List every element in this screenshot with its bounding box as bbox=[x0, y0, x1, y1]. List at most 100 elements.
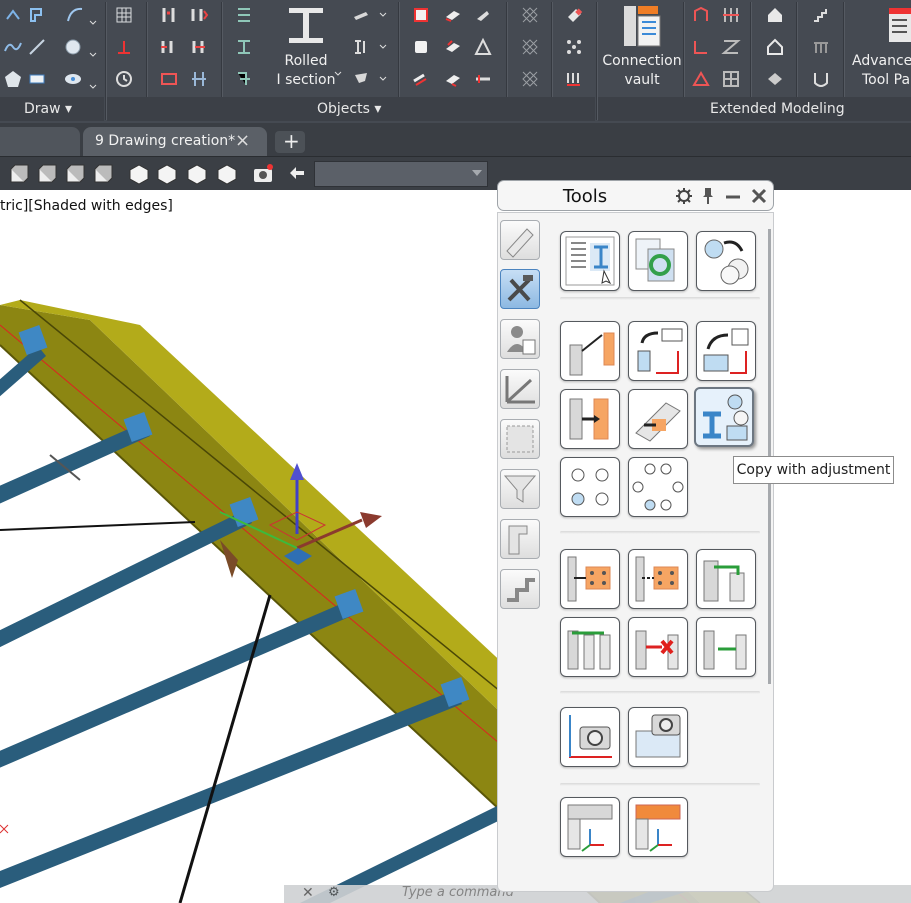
cage-icon[interactable] bbox=[810, 68, 832, 90]
tab-selection[interactable] bbox=[500, 419, 540, 459]
joint-grid-icon[interactable] bbox=[720, 68, 742, 90]
view-combo-box[interactable] bbox=[314, 161, 488, 187]
wrench-icon[interactable]: ⚙ bbox=[328, 885, 340, 900]
tab-previous[interactable] bbox=[0, 127, 80, 156]
tab-filter[interactable] bbox=[500, 469, 540, 509]
pin-icon[interactable] bbox=[701, 186, 715, 206]
tool-connection-add[interactable] bbox=[696, 549, 756, 609]
beam-move-icon[interactable] bbox=[188, 36, 210, 58]
minimize-icon[interactable] bbox=[724, 186, 742, 206]
tool-replace-circle[interactable] bbox=[696, 231, 756, 291]
column-icon[interactable] bbox=[158, 4, 180, 26]
grid-icon[interactable] bbox=[113, 4, 135, 26]
tab-9-drawing-creation[interactable]: 9 Drawing creation* × bbox=[83, 127, 267, 156]
joint-corner-icon[interactable] bbox=[690, 36, 712, 58]
rectangle-icon[interactable] bbox=[26, 68, 48, 90]
tool-bolt-pattern-circle[interactable] bbox=[628, 457, 688, 517]
cube-red-icon[interactable] bbox=[410, 4, 432, 26]
joint-table-icon[interactable] bbox=[720, 4, 742, 26]
flat-bar-icon[interactable] bbox=[350, 4, 372, 26]
line-icon[interactable] bbox=[26, 36, 48, 58]
close-icon[interactable]: × bbox=[235, 130, 250, 151]
iso-view-icon[interactable] bbox=[186, 163, 208, 185]
pattern-icon[interactable] bbox=[519, 4, 541, 26]
tool-bolt-pattern-rect[interactable] bbox=[560, 457, 620, 517]
palette-title-bar[interactable]: Tools bbox=[497, 180, 774, 211]
spline-icon[interactable] bbox=[2, 36, 24, 58]
angle-icon[interactable] bbox=[350, 68, 372, 90]
region-icon[interactable] bbox=[26, 4, 48, 26]
bolt-pattern-icon[interactable] bbox=[563, 36, 585, 58]
draw-panel-label[interactable]: Draw ▾ bbox=[24, 99, 72, 119]
notch-icon[interactable] bbox=[442, 36, 464, 58]
model-viewport[interactable]: tric][Shaded with edges] bbox=[0, 190, 911, 903]
objects-panel-label[interactable]: Objects ▾ bbox=[317, 99, 381, 119]
roof-icon[interactable] bbox=[764, 68, 786, 90]
chevron-down-icon[interactable] bbox=[334, 62, 342, 84]
tool-insert-beam[interactable] bbox=[628, 389, 688, 449]
joint-triangle-icon[interactable] bbox=[690, 68, 712, 90]
pattern-icon[interactable] bbox=[519, 36, 541, 58]
tool-move-cube[interactable] bbox=[696, 321, 756, 381]
extended-modeling-panel-label[interactable]: Extended Modeling bbox=[710, 99, 845, 119]
arc-icon[interactable] bbox=[64, 4, 86, 26]
chevron-down-icon[interactable] bbox=[378, 4, 388, 26]
advanced-tool-palette-button[interactable]: Advance Tool Pa bbox=[852, 52, 911, 90]
plate-icon[interactable] bbox=[233, 4, 255, 26]
joint-cross-icon[interactable] bbox=[720, 36, 742, 58]
new-tab-button[interactable]: + bbox=[275, 129, 305, 153]
tab-draw-tools[interactable] bbox=[500, 220, 540, 260]
view-cube-icon[interactable] bbox=[36, 163, 58, 185]
tool-copy-with-adjustment[interactable] bbox=[694, 387, 754, 447]
tab-properties[interactable] bbox=[500, 319, 540, 359]
house-icon[interactable] bbox=[764, 4, 786, 26]
polygon-icon[interactable] bbox=[2, 68, 24, 90]
stair-icon[interactable] bbox=[810, 4, 832, 26]
shorten-icon[interactable] bbox=[442, 4, 464, 26]
iso-view-icon[interactable] bbox=[156, 163, 178, 185]
tool-camera[interactable] bbox=[560, 707, 620, 767]
chevron-down-icon[interactable] bbox=[88, 44, 98, 66]
connection-vault-icon[interactable] bbox=[620, 4, 664, 50]
view-cube-icon[interactable] bbox=[92, 163, 114, 185]
ellipse-icon[interactable] bbox=[62, 68, 84, 90]
polyline-icon[interactable] bbox=[2, 4, 24, 26]
tool-connection-group[interactable] bbox=[560, 617, 620, 677]
view-cube-icon[interactable] bbox=[8, 163, 30, 185]
tool-ucs-beam[interactable] bbox=[560, 797, 620, 857]
channel-icon[interactable] bbox=[350, 36, 372, 58]
tab-tools[interactable] bbox=[500, 269, 540, 309]
close-icon[interactable] bbox=[749, 186, 769, 206]
plate-joint-icon[interactable] bbox=[233, 68, 255, 90]
cope-icon[interactable] bbox=[410, 36, 432, 58]
iso-view-icon[interactable] bbox=[216, 163, 238, 185]
tool-camera-view[interactable] bbox=[628, 707, 688, 767]
ucs-icon[interactable] bbox=[113, 36, 135, 58]
chevron-down-icon[interactable] bbox=[378, 68, 388, 90]
i-section-icon[interactable] bbox=[283, 4, 329, 48]
contour-icon[interactable] bbox=[472, 36, 494, 58]
miter-icon[interactable] bbox=[472, 4, 494, 26]
tool-connection-delete[interactable] bbox=[628, 617, 688, 677]
advanced-tool-palette-icon[interactable] bbox=[887, 6, 911, 44]
rolled-section-button[interactable]: Rolled I section bbox=[272, 52, 340, 90]
connection-vault-button[interactable]: Connection vault bbox=[598, 52, 686, 90]
house-outline-icon[interactable] bbox=[764, 36, 786, 58]
tool-connection-copy[interactable] bbox=[560, 549, 620, 609]
tab-ucs[interactable] bbox=[500, 369, 540, 409]
tool-connection-update[interactable] bbox=[628, 549, 688, 609]
anchor-icon[interactable] bbox=[563, 68, 585, 90]
beam-split-icon[interactable] bbox=[188, 4, 210, 26]
chevron-down-icon[interactable] bbox=[88, 76, 98, 98]
tool-display-properties[interactable] bbox=[560, 231, 620, 291]
beam-trim-icon[interactable] bbox=[158, 68, 180, 90]
pattern-icon[interactable] bbox=[519, 68, 541, 90]
view-cube-icon[interactable] bbox=[64, 163, 86, 185]
tool-rotate-beam[interactable] bbox=[628, 321, 688, 381]
tab-connections[interactable] bbox=[500, 569, 540, 609]
eraser-icon[interactable] bbox=[563, 4, 585, 26]
tool-mirror-beam[interactable] bbox=[560, 389, 620, 449]
tool-connection-insert[interactable] bbox=[696, 617, 756, 677]
iso-view-icon[interactable] bbox=[128, 163, 150, 185]
saw-cut-icon[interactable] bbox=[472, 68, 494, 90]
